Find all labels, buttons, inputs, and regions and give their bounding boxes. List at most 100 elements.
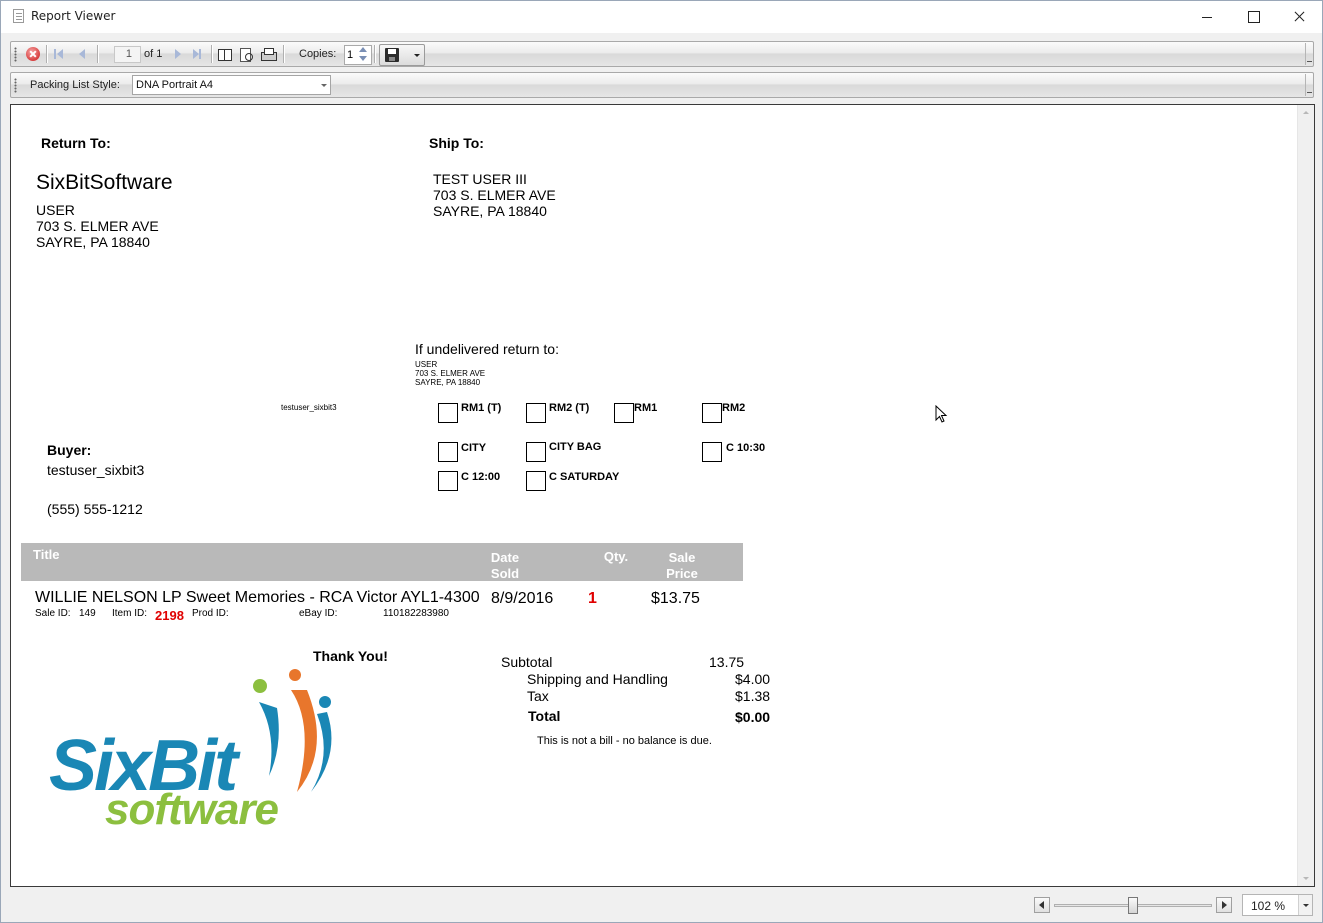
- ship-street: 703 S. ELMER AVE: [433, 187, 556, 203]
- copies-stepper[interactable]: 1: [344, 45, 372, 65]
- undelivered-street: 703 S. ELMER AVE: [415, 369, 486, 378]
- tax-label: Tax: [527, 688, 549, 704]
- previous-page-button[interactable]: [74, 45, 92, 63]
- column-header-date-line2: Sold: [490, 566, 520, 581]
- toolbar-separator: [46, 45, 47, 63]
- chevron-down-icon[interactable]: [321, 84, 327, 87]
- save-icon: [385, 48, 399, 62]
- first-page-icon: [54, 49, 63, 59]
- column-header-price-line1: Sale: [668, 550, 696, 565]
- parameters-toolbar: Packing List Style: DNA Portrait A4: [10, 72, 1314, 98]
- chevron-down-icon[interactable]: [359, 56, 367, 61]
- packing-list-style-value: DNA Portrait A4: [136, 79, 214, 91]
- checkbox-c1200-label: C 12:00: [461, 471, 501, 483]
- not-a-bill-note: This is not a bill - no balance is due.: [537, 735, 712, 747]
- undelivered-name: USER: [415, 360, 438, 369]
- return-company: SixBitSoftware: [36, 171, 173, 194]
- checkbox-rm2t-label: RM2 (T): [549, 402, 590, 414]
- toolbar-overflow-button[interactable]: [1305, 43, 1312, 65]
- shipping-value: $4.00: [735, 671, 771, 687]
- checkbox-city-bag[interactable]: [526, 442, 546, 462]
- shipping-label: Shipping and Handling: [527, 671, 668, 687]
- logo-swoosh-blue: [259, 702, 279, 776]
- chevron-down-icon: [414, 54, 420, 57]
- undelivered-city: SAYRE, PA 18840: [415, 378, 481, 387]
- scroll-up-icon[interactable]: [1303, 111, 1309, 114]
- minimize-button[interactable]: [1184, 1, 1230, 33]
- chevron-down-icon[interactable]: [1298, 895, 1312, 915]
- next-page-button[interactable]: [169, 45, 187, 63]
- copies-value[interactable]: 1: [347, 49, 353, 61]
- zoom-slider-thumb[interactable]: [1128, 897, 1138, 914]
- return-name: USER: [36, 202, 75, 218]
- checkbox-rm2[interactable]: [702, 403, 722, 423]
- zoom-level-select[interactable]: 102 %: [1242, 894, 1313, 916]
- maximize-button[interactable]: [1230, 1, 1276, 33]
- packing-list-style-label: Packing List Style:: [30, 79, 120, 91]
- zoom-in-button[interactable]: [1216, 897, 1232, 913]
- current-page-input[interactable]: 1: [114, 46, 141, 63]
- page-count-label: of 1: [144, 48, 163, 60]
- close-window-button[interactable]: [1276, 1, 1322, 33]
- thank-you-text: Thank You!: [313, 648, 388, 664]
- items-table-header: Title Date Sold Qty. Sale Price: [21, 543, 743, 581]
- print-button[interactable]: [260, 45, 278, 63]
- report-viewer-window: Report Viewer 1 of 1 Copies: 1 Packing L…: [0, 0, 1323, 923]
- checkbox-c1030-label: C 10:30: [726, 442, 766, 454]
- scroll-down-icon[interactable]: [1303, 877, 1309, 880]
- checkbox-c1030[interactable]: [702, 442, 722, 462]
- total-value: $0.00: [735, 709, 771, 725]
- ship-name: TEST USER III: [433, 171, 527, 187]
- buyer-phone: (555) 555-1212: [47, 501, 143, 517]
- table-of-contents-icon: [216, 47, 232, 62]
- checkbox-city[interactable]: [438, 442, 458, 462]
- subtotal-value: 13.75: [709, 654, 745, 670]
- stop-icon: [26, 47, 40, 61]
- buyer-userid: testuser_sixbit3: [47, 462, 145, 478]
- table-row: WILLIE NELSON LP Sweet Memories - RCA Vi…: [11, 589, 751, 629]
- subtotal-label: Subtotal: [501, 654, 553, 670]
- checkbox-rm1[interactable]: [614, 403, 634, 423]
- last-page-button[interactable]: [189, 45, 207, 63]
- checkbox-c1200[interactable]: [438, 471, 458, 491]
- item-id-value: 2198: [155, 608, 184, 623]
- report-icon: [13, 9, 24, 23]
- stop-button[interactable]: [24, 45, 42, 63]
- mouse-cursor-icon: [935, 405, 948, 423]
- previous-page-icon: [79, 49, 85, 59]
- first-page-button[interactable]: [52, 45, 70, 63]
- checkbox-city-label: CITY: [461, 442, 487, 454]
- toolbar-grip[interactable]: [14, 78, 17, 93]
- tax-value: $1.38: [735, 688, 771, 704]
- zoom-out-button[interactable]: [1034, 897, 1050, 913]
- viewer-toolbar: 1 of 1 Copies: 1: [10, 41, 1314, 67]
- save-dropdown-button[interactable]: [379, 44, 425, 66]
- chevron-up-icon[interactable]: [359, 47, 367, 52]
- packing-list-style-select[interactable]: DNA Portrait A4: [132, 75, 331, 95]
- toolbar-grip[interactable]: [14, 47, 17, 62]
- page-setup-button[interactable]: [238, 45, 256, 63]
- copies-spin-buttons[interactable]: [358, 46, 371, 64]
- checkbox-rm2-label: RM2: [722, 402, 746, 414]
- column-header-price-line2: Price: [666, 566, 698, 581]
- report-page-viewport[interactable]: Return To: SixBitSoftware USER 703 S. EL…: [10, 104, 1315, 887]
- last-page-icon: [193, 49, 201, 59]
- logo-dot-blue: [319, 696, 331, 708]
- checkbox-c-saturday[interactable]: [526, 471, 546, 491]
- checkbox-rm2t[interactable]: [526, 403, 546, 423]
- table-of-contents-button[interactable]: [216, 45, 234, 63]
- window-title: Report Viewer: [31, 9, 116, 23]
- logo-word-software: software: [105, 785, 278, 831]
- vertical-scrollbar[interactable]: [1297, 105, 1314, 886]
- zoom-slider[interactable]: [1034, 897, 1232, 914]
- sixbit-software-logo: SixBit software: [49, 669, 332, 831]
- toolbar-separator: [283, 45, 284, 63]
- copies-label: Copies:: [299, 48, 337, 60]
- checkbox-rm1t[interactable]: [438, 403, 458, 423]
- toolbar-overflow-button[interactable]: [1305, 74, 1312, 96]
- column-header-title: Title: [33, 547, 60, 562]
- undelivered-heading: If undelivered return to:: [415, 341, 559, 357]
- checkbox-rm1-label: RM1: [634, 402, 658, 414]
- buyer-heading: Buyer:: [47, 442, 92, 458]
- toolbar-separator: [211, 45, 212, 63]
